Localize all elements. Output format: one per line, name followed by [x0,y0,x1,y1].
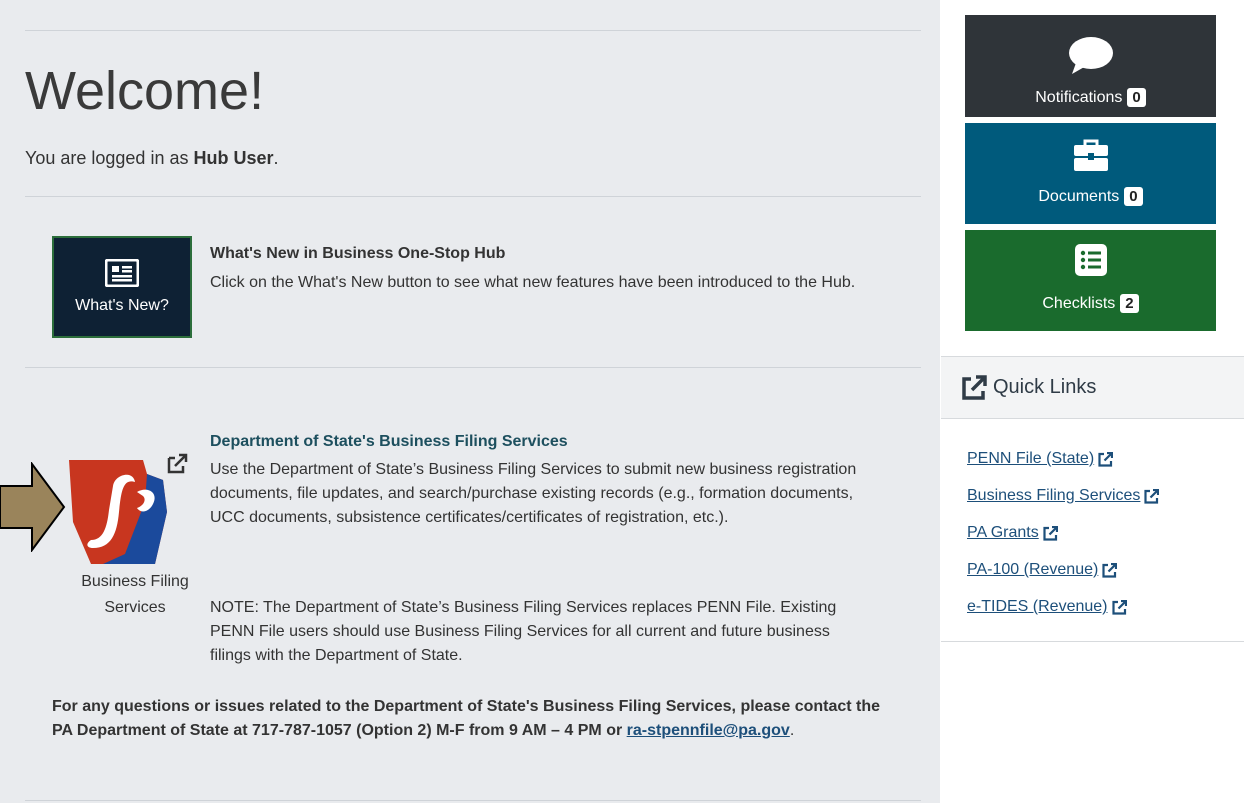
notifications-count-badge: 0 [1127,88,1146,107]
quick-link-label: Business Filing Services [967,487,1141,504]
quick-links-panel: Quick Links PENN File (State) Business F… [941,356,1244,642]
pointer-arrow-icon [0,462,66,552]
divider [25,367,921,368]
briefcase-icon [1073,139,1108,171]
whats-new-description: Click on the What's New button to see wh… [210,274,856,291]
list-icon [1074,244,1107,276]
speech-bubble-icon [1068,37,1113,74]
dos-title: Department of State's Business Filing Se… [210,433,568,450]
newspaper-icon [105,259,139,287]
checklists-label: Checklists [1042,294,1116,312]
quick-link-label: PENN File (State) [967,450,1095,467]
quick-link-business-filing-services[interactable]: Business Filing Services [967,486,1160,506]
business-filing-services-logo[interactable] [63,452,191,567]
quick-link-item: PA-100 (Revenue) [967,560,1159,580]
logged-in-prefix: You are logged in as [25,148,194,168]
quick-link-pa-100[interactable]: PA-100 (Revenue) [967,560,1118,580]
dos-description: Use the Department of State’s Business F… [210,461,857,526]
main-content: Welcome! You are logged in as Hub User. … [0,0,940,803]
documents-tile[interactable]: Documents 0 [965,123,1216,224]
quick-links-header: Quick Links [941,357,1244,419]
whats-new-button[interactable]: What's New? [52,236,192,338]
divider [25,196,921,197]
quick-link-pa-grants[interactable]: PA Grants [967,523,1058,543]
notifications-tile[interactable]: Notifications 0 [965,15,1216,117]
contact-end: . [789,722,795,739]
quick-link-e-tides[interactable]: e-TIDES (Revenue) [967,597,1127,617]
external-link-icon [1111,599,1127,615]
quick-link-label: PA Grants [967,524,1039,541]
external-link-icon [1043,525,1058,541]
external-link-icon [1102,562,1118,578]
documents-count-badge: 0 [1124,187,1143,206]
logged-in-text: You are logged in as Hub User. [25,148,279,169]
quick-link-item: e-TIDES (Revenue) [967,597,1159,617]
business-filing-services-caption: Business Filing Services [81,573,189,616]
checklists-count-badge: 2 [1120,294,1139,313]
whats-new-title: What's New in Business One-Stop Hub [210,245,506,262]
contact-info: For any questions or issues related to t… [52,695,902,743]
checklists-tile[interactable]: Checklists 2 [965,230,1216,331]
quick-link-item: PENN File (State) [967,449,1159,469]
quick-link-item: Business Filing Services [967,486,1160,506]
user-name: Hub User [193,148,274,168]
divider [25,800,921,801]
logged-in-suffix: . [273,148,279,168]
quick-links-list: PENN File (State) Business Filing Servic… [967,449,1160,634]
external-link-icon [1144,488,1160,504]
quick-link-label: PA-100 (Revenue) [967,561,1099,578]
contact-email-link[interactable]: ra-stpennfile@pa.gov [627,722,790,739]
welcome-heading: Welcome! [25,61,265,121]
whats-new-button-label: What's New? [75,297,169,314]
quick-links-title: Quick Links [993,376,1097,398]
documents-label: Documents [1038,187,1120,205]
divider [25,30,921,31]
quick-link-penn-file[interactable]: PENN File (State) [967,449,1114,469]
dos-note: NOTE: The Department of State’s Business… [210,599,837,664]
notifications-label: Notifications [1035,88,1123,106]
quick-link-label: e-TIDES (Revenue) [967,598,1108,615]
quick-link-item: PA Grants [967,523,1159,543]
external-link-icon [1098,451,1114,467]
external-link-icon [962,374,987,400]
external-link-icon [167,453,188,474]
